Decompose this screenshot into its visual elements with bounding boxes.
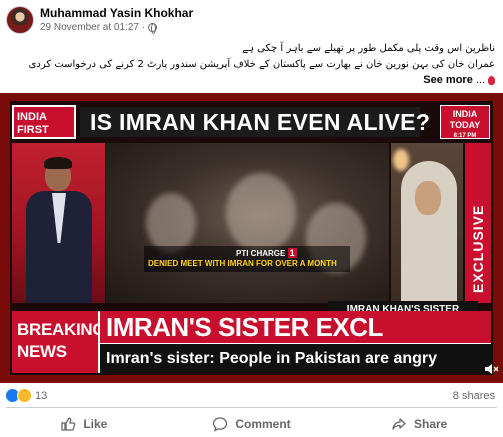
avatar[interactable] [6, 6, 34, 34]
ellipsis: ... [475, 74, 485, 86]
share-label: Share [414, 416, 448, 431]
india-today-logo: INDIA TODAY 8:17 PM [440, 105, 490, 139]
caption-line-1: PTI CHARGE 1 [236, 248, 297, 258]
meta-separator: · [141, 22, 146, 33]
divider [6, 407, 497, 408]
news-ticker: Imran's sister: People in Pakistan are a… [100, 344, 491, 373]
mute-icon[interactable] [483, 361, 499, 377]
see-more-row: See more ... [423, 74, 495, 86]
broadcast-time: 8:17 PM [453, 133, 477, 139]
like-label: Like [83, 416, 108, 431]
india-first-logo: INDIA FIRST [12, 105, 76, 139]
post-header: Muhammad Yasin Khokhar 29 November at 01… [0, 0, 503, 38]
post-text-line: ناظرین اس وقت پلی مکمل طور پر تھیلے سے ب… [242, 43, 495, 54]
shares-count[interactable]: 8 shares [453, 390, 495, 402]
comment-icon [213, 416, 228, 432]
action-bar: Like Comment Share [0, 410, 503, 437]
reaction-icons[interactable] [5, 388, 35, 404]
video-frame: INDIA FIRST IS IMRAN KHAN EVEN ALIVE? IN… [10, 101, 493, 375]
reaction-count[interactable]: 13 [35, 390, 47, 402]
footage-panel: PTI CHARGE 1 DENIED MEET WITH IMRAN FOR … [106, 143, 389, 303]
post-meta: 29 November at 01:27 · [40, 22, 158, 34]
video-headline: IS IMRAN KHAN EVEN ALIVE? [80, 107, 430, 137]
haha-reaction-icon [17, 388, 32, 403]
see-more-link[interactable]: See more [423, 74, 473, 86]
lower-third: BREAKING NEWS IMRAN'S SISTER EXCL Imran'… [12, 311, 491, 373]
lamp [393, 149, 409, 171]
breaking-news-label: BREAKING NEWS [12, 311, 106, 373]
caption-number: 1 [287, 248, 297, 258]
blurred-figure [146, 193, 196, 253]
share-icon [392, 417, 406, 430]
anchor-hair [44, 157, 72, 169]
post-text-line: عمران خان کی بہن نورین خان نے بھارت سے پ… [28, 59, 495, 70]
comment-button[interactable]: Comment [168, 410, 336, 437]
blurred-figure [226, 173, 296, 253]
exclusive-label: EXCLUSIVE [470, 204, 486, 293]
thumbs-up-icon [61, 416, 76, 431]
post-text: ناظرین اس وقت پلی مکمل طور پر تھیلے سے ب… [7, 41, 495, 73]
caption-line-2: DENIED MEET WITH IMRAN FOR OVER A MONTH [148, 259, 337, 268]
reactions-bar: 13 8 shares [0, 385, 503, 407]
author-name[interactable]: Muhammad Yasin Khokhar [40, 6, 193, 20]
caption-label: PTI CHARGE [236, 249, 286, 258]
anchor-panel [12, 143, 105, 303]
red-heart-emoji-icon [488, 75, 495, 85]
exclusive-bar: EXCLUSIVE [465, 143, 491, 303]
guest-face [415, 181, 441, 215]
india-today-logo-text: INDIA TODAY [449, 109, 481, 130]
comment-label: Comment [235, 416, 291, 431]
like-button[interactable]: Like [0, 410, 168, 437]
post-timestamp[interactable]: 29 November at 01:27 [40, 22, 139, 33]
guest-panel [391, 143, 463, 303]
globe-icon [148, 23, 158, 34]
share-button[interactable]: Share [335, 410, 503, 437]
video-player[interactable]: INDIA FIRST IS IMRAN KHAN EVEN ALIVE? IN… [0, 93, 503, 383]
band-title: IMRAN'S SISTER EXCL [100, 311, 491, 343]
footage-caption: PTI CHARGE 1 DENIED MEET WITH IMRAN FOR … [144, 246, 350, 272]
